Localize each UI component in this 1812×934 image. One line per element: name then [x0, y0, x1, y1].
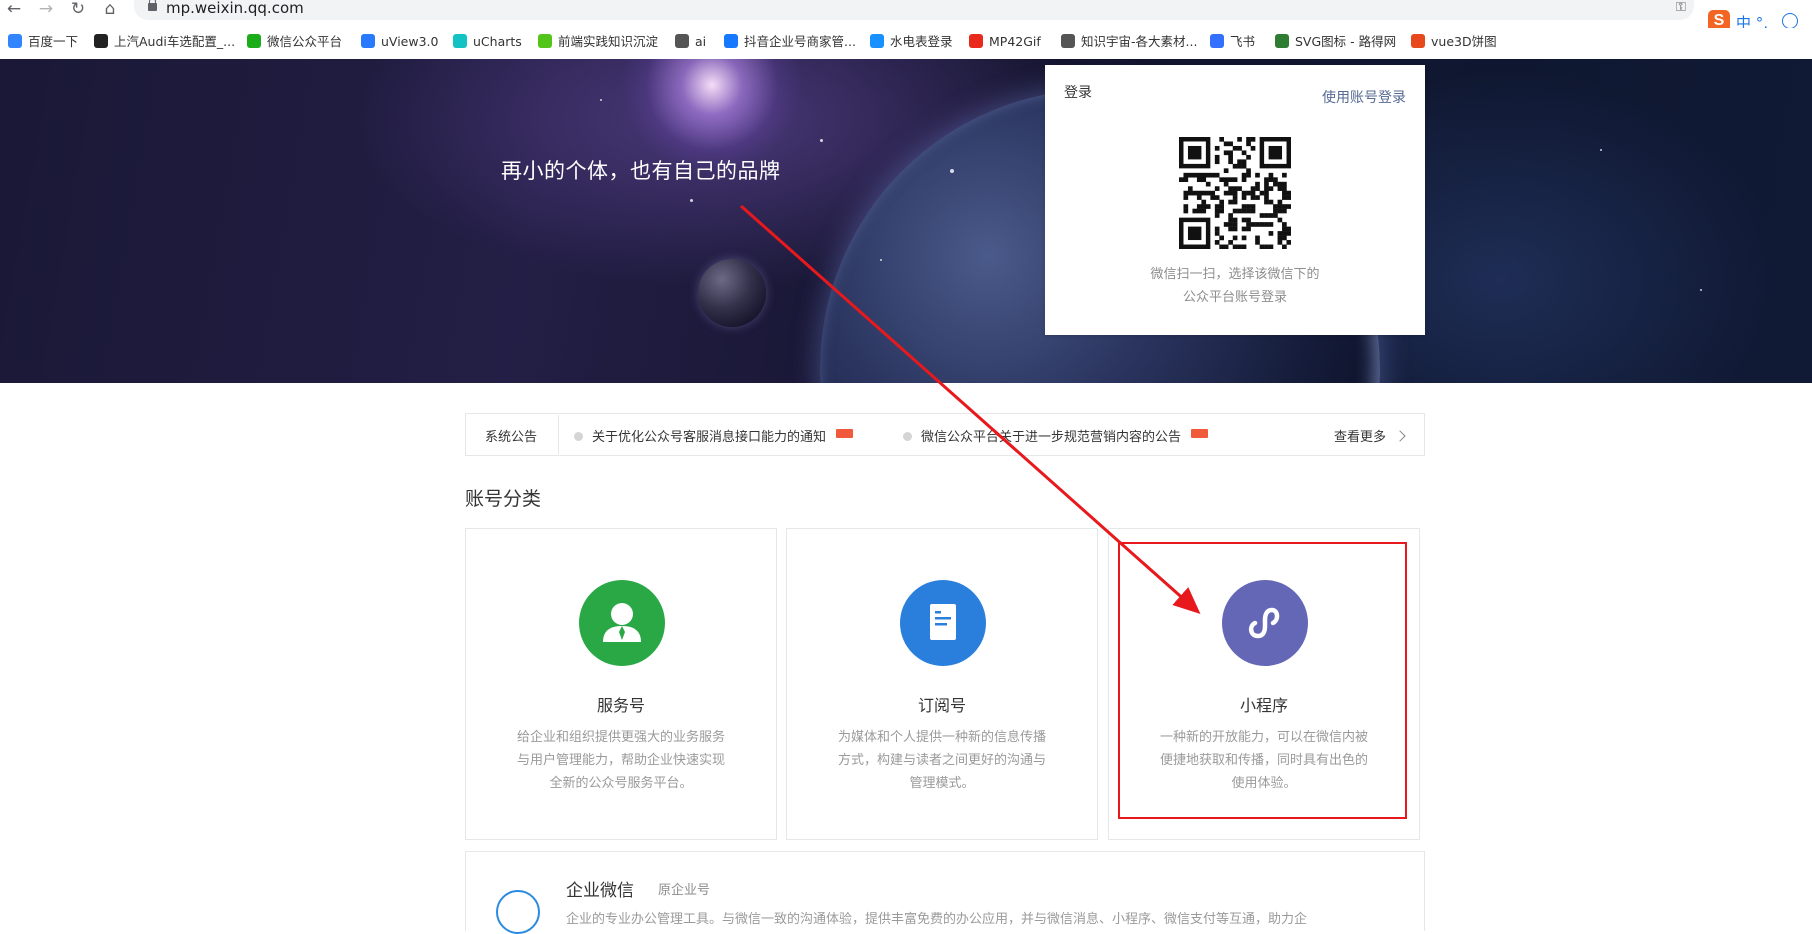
card-desc-line: 管理模式。 [909, 776, 975, 791]
document-icon [900, 580, 986, 666]
bookmark-item[interactable]: 百度一下 [8, 32, 78, 52]
moon-illustration [698, 259, 766, 327]
bookmark-item[interactable]: 前端实践知识沉淀 [538, 32, 658, 52]
bookmark-favicon-icon [969, 34, 983, 48]
bookmark-favicon-icon [538, 34, 552, 48]
bookmark-favicon-icon [94, 34, 108, 48]
reload-icon[interactable]: ↻ [66, 0, 90, 20]
home-icon[interactable]: ⌂ [98, 0, 122, 20]
enterprise-subtitle: 原企业号 [658, 883, 711, 898]
enterprise-wechat-icon [496, 890, 540, 934]
bookmark-label[interactable]: 上汽Audi车选配置_... [114, 34, 235, 49]
bookmark-label[interactable]: 前端实践知识沉淀 [558, 34, 658, 49]
announcement-divider [558, 415, 559, 454]
announcement-text[interactable]: 关于优化公众号客服消息接口能力的通知 [592, 430, 826, 445]
enterprise-description: 企业的专业办公管理工具。与微信一致的沟通体验，提供丰富免费的办公应用，并与微信消… [566, 912, 1308, 927]
card-description: 为媒体和个人提供一种新的信息传播 方式，构建与读者之间更好的沟通与 管理模式。 [827, 726, 1057, 795]
announcement-text[interactable]: 微信公众平台关于进一步规范营销内容的公告 [921, 430, 1181, 445]
bookmark-label[interactable]: vue3D饼图 [1431, 34, 1497, 49]
section-title: 账号分类 [465, 488, 542, 510]
announcement-label: 系统公告 [485, 430, 538, 445]
hero-slogan: 再小的个体，也有自己的品牌 [501, 159, 781, 183]
announcement-item[interactable]: 关于优化公众号客服消息接口能力的通知 [574, 426, 854, 445]
bookmark-label[interactable]: MP42Gif [989, 34, 1041, 49]
bookmark-favicon-icon [361, 34, 375, 48]
bookmark-favicon-icon [1210, 34, 1224, 48]
bookmark-favicon-icon [724, 34, 738, 48]
hero-banner: 再小的个体，也有自己的品牌 [0, 59, 1812, 383]
login-tip-line-2: 公众平台账号登录 [1182, 290, 1287, 305]
bookmark-favicon-icon [1061, 34, 1075, 48]
view-more-label[interactable]: 查看更多 [1334, 430, 1386, 445]
bookmark-favicon-icon [8, 34, 22, 48]
chevron-right-icon [1394, 430, 1406, 442]
login-tip-line-1: 微信扫一扫，选择该微信下的 [1150, 267, 1320, 282]
bookmark-item[interactable]: MP42Gif [969, 32, 1041, 52]
login-qr-code [1179, 137, 1291, 249]
new-badge-icon [836, 429, 854, 438]
card-title: 服务号 [596, 696, 645, 715]
annotation-highlight-box [1118, 542, 1407, 819]
card-desc-line: 全新的公众号服务平台。 [549, 776, 693, 791]
card-desc-line: 与用户管理能力，帮助企业快速实现 [516, 753, 725, 768]
lock-icon[interactable] [148, 0, 157, 11]
bookmark-favicon-icon [453, 34, 467, 48]
bookmark-item[interactable]: ai [675, 32, 706, 52]
bookmark-label[interactable]: 知识宇宙-各大素材... [1081, 34, 1197, 49]
bookmark-label[interactable]: 抖音企业号商家管... [744, 34, 856, 49]
login-tip: 微信扫一扫，选择该微信下的 公众平台账号登录 [1045, 263, 1425, 309]
card-desc-line: 给企业和组织提供更强大的业务服务 [516, 730, 725, 745]
key-icon[interactable]: ⚿ [1676, 0, 1686, 15]
card-service-account[interactable]: 服务号 给企业和组织提供更强大的业务服务 与用户管理能力，帮助企业快速实现 全新… [465, 528, 777, 840]
login-panel: 登录 使用账号登录 微信扫一扫，选择该微信下的 公众平台账号登录 [1045, 65, 1425, 335]
view-more-link[interactable]: 查看更多 [1334, 426, 1406, 445]
bullet-dot-icon [903, 432, 912, 441]
bookmark-label[interactable]: 百度一下 [28, 34, 78, 49]
card-desc-line: 方式，构建与读者之间更好的沟通与 [837, 753, 1046, 768]
bookmark-favicon-icon [1411, 34, 1425, 48]
user-tie-icon [579, 580, 665, 666]
bookmarks-bar: 百度一下 上汽Audi车选配置_... 微信公众平台 uView3.0 uCharts 前… [0, 28, 1812, 56]
bookmark-item[interactable]: 抖音企业号商家管... [724, 32, 856, 52]
announcement-item[interactable]: 微信公众平台关于进一步规范营销内容的公告 [903, 426, 1209, 445]
bookmark-label[interactable]: ai [695, 34, 706, 49]
bookmark-favicon-icon [675, 34, 689, 48]
card-subscription-account[interactable]: 订阅号 为媒体和个人提供一种新的信息传播 方式，构建与读者之间更好的沟通与 管理… [786, 528, 1098, 840]
bookmark-item[interactable]: SVG图标 - 路得网 [1275, 32, 1396, 52]
bookmark-label[interactable]: 水电表登录 [890, 34, 953, 49]
login-title: 登录 [1064, 85, 1092, 101]
bookmark-label[interactable]: uView3.0 [381, 34, 438, 49]
back-arrow-icon[interactable]: ← [2, 0, 26, 20]
bookmark-favicon-icon [1275, 34, 1289, 48]
bookmark-label[interactable]: 飞书 [1230, 34, 1255, 49]
bullet-dot-icon [574, 432, 583, 441]
bookmark-favicon-icon [247, 34, 261, 48]
card-description: 给企业和组织提供更强大的业务服务 与用户管理能力，帮助企业快速实现 全新的公众号… [506, 726, 736, 795]
bookmark-label[interactable]: 微信公众平台 [267, 34, 342, 49]
enterprise-wechat-row[interactable]: 企业微信 原企业号 企业的专业办公管理工具。与微信一致的沟通体验，提供丰富免费的… [465, 851, 1425, 934]
bookmark-item[interactable]: 飞书 [1210, 32, 1255, 52]
announcement-bar: 系统公告 关于优化公众号客服消息接口能力的通知 微信公众平台关于进一步规范营销内… [465, 413, 1425, 456]
card-title: 订阅号 [917, 696, 966, 715]
bookmark-favicon-icon [870, 34, 884, 48]
ime-emoji-icon[interactable] [1782, 13, 1798, 29]
bookmark-item[interactable]: 微信公众平台 [247, 32, 342, 52]
bookmark-item[interactable]: uCharts [453, 32, 522, 52]
bookmark-item[interactable]: 上汽Audi车选配置_... [94, 32, 235, 52]
bookmark-item[interactable]: 知识宇宙-各大素材... [1061, 32, 1197, 52]
bookmark-label[interactable]: SVG图标 - 路得网 [1295, 34, 1396, 49]
bookmark-label[interactable]: uCharts [473, 34, 522, 49]
address-bar[interactable] [134, 0, 1694, 20]
url-text[interactable]: mp.weixin.qq.com [166, 0, 304, 17]
forward-arrow-icon[interactable]: → [34, 0, 58, 20]
enterprise-title: 企业微信 [566, 881, 634, 901]
bookmark-item[interactable]: vue3D饼图 [1411, 32, 1497, 52]
bookmark-item[interactable]: uView3.0 [361, 32, 438, 52]
card-desc-line: 为媒体和个人提供一种新的信息传播 [837, 730, 1046, 745]
bookmark-item[interactable]: 水电表登录 [870, 32, 953, 52]
browser-address-row: ← → ↻ ⌂ mp.weixin.qq.com ⚿ [0, 0, 1812, 24]
new-badge-icon [1191, 429, 1209, 438]
account-login-link[interactable]: 使用账号登录 [1322, 87, 1406, 107]
